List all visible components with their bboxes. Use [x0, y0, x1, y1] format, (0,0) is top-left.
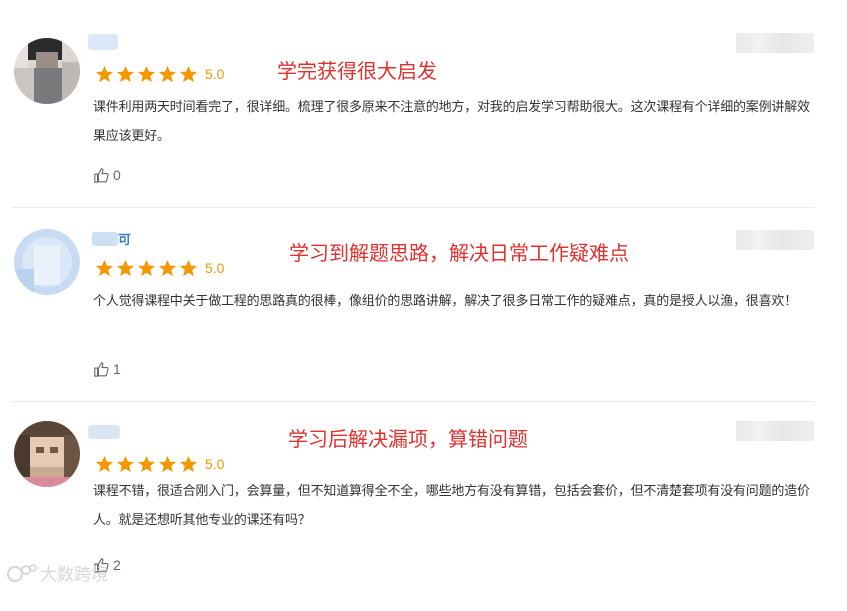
star-icon — [116, 259, 135, 276]
review-item: 5.0 学习后解决漏项，算错问题 课程不错，很适合刚入门，会算量，但不知道算得全… — [0, 421, 847, 611]
star-icon — [116, 65, 135, 82]
star-rating: 5.0 — [95, 453, 224, 475]
star-icon — [137, 259, 156, 276]
avatar[interactable] — [14, 421, 80, 487]
review-text: 课程不错，很适合刚入门，会算量，但不知道算得全不全，哪些地方有没有算错，包括会套… — [93, 484, 810, 528]
star-icon — [158, 455, 177, 472]
review-item: 可 5.0 学习到解题思路，解决日常工作疑难点 个人觉得课程中关于做工程的思路真… — [0, 227, 847, 417]
like-count: 1 — [113, 361, 121, 377]
divider — [12, 207, 814, 208]
review-date — [736, 33, 814, 53]
thumbs-up-icon — [94, 362, 109, 377]
reviewer-name-text: 可 — [118, 232, 132, 247]
watermark: 大数跨境 — [6, 560, 108, 585]
star-icon — [116, 455, 135, 472]
star-icon — [95, 455, 114, 472]
reviewer-name[interactable]: 可 — [92, 229, 131, 247]
like-button[interactable]: 0 — [93, 166, 121, 184]
review-date — [736, 421, 814, 441]
review-headline: 学完获得很大启发 — [277, 59, 437, 83]
star-icon — [137, 455, 156, 472]
logo-icon — [6, 563, 37, 582]
avatar[interactable] — [14, 38, 80, 104]
like-count: 0 — [113, 167, 121, 183]
review-headline: 学习后解决漏项，算错问题 — [288, 427, 528, 451]
star-icon — [137, 65, 156, 82]
review-headline: 学习到解题思路，解决日常工作疑难点 — [289, 241, 629, 265]
like-button[interactable]: 1 — [93, 360, 121, 378]
star-icon — [179, 65, 198, 82]
rating-score: 5.0 — [205, 66, 225, 82]
review-text: 个人觉得课程中关于做工程的思路真的很棒，像组价的思路讲解，解决了很多日常工作的疑… — [93, 294, 798, 309]
review-date — [736, 230, 814, 250]
avatar[interactable] — [14, 229, 80, 295]
review-item: 5.0 学完获得很大启发 课件利用两天时间看完了，很详细。梳理了很多原来不注意的… — [0, 33, 847, 223]
star-icon — [95, 65, 114, 82]
like-count: 2 — [113, 557, 121, 573]
star-icon — [95, 259, 114, 276]
star-icon — [158, 259, 177, 276]
divider — [12, 401, 814, 402]
watermark-text: 大数跨境 — [40, 565, 108, 585]
reviewer-name[interactable] — [88, 33, 118, 51]
star-icon — [179, 455, 198, 472]
reviewer-name[interactable] — [88, 423, 120, 441]
review-text: 课件利用两天时间看完了，很详细。梳理了很多原来不注意的地方，对我的启发学习帮助很… — [93, 100, 810, 144]
star-icon — [179, 259, 198, 276]
rating-score: 5.0 — [205, 456, 225, 472]
star-icon — [158, 65, 177, 82]
rating-score: 5.0 — [205, 260, 225, 276]
star-rating: 5.0 — [95, 63, 224, 85]
thumbs-up-icon — [94, 168, 109, 183]
star-rating: 5.0 — [95, 257, 224, 279]
